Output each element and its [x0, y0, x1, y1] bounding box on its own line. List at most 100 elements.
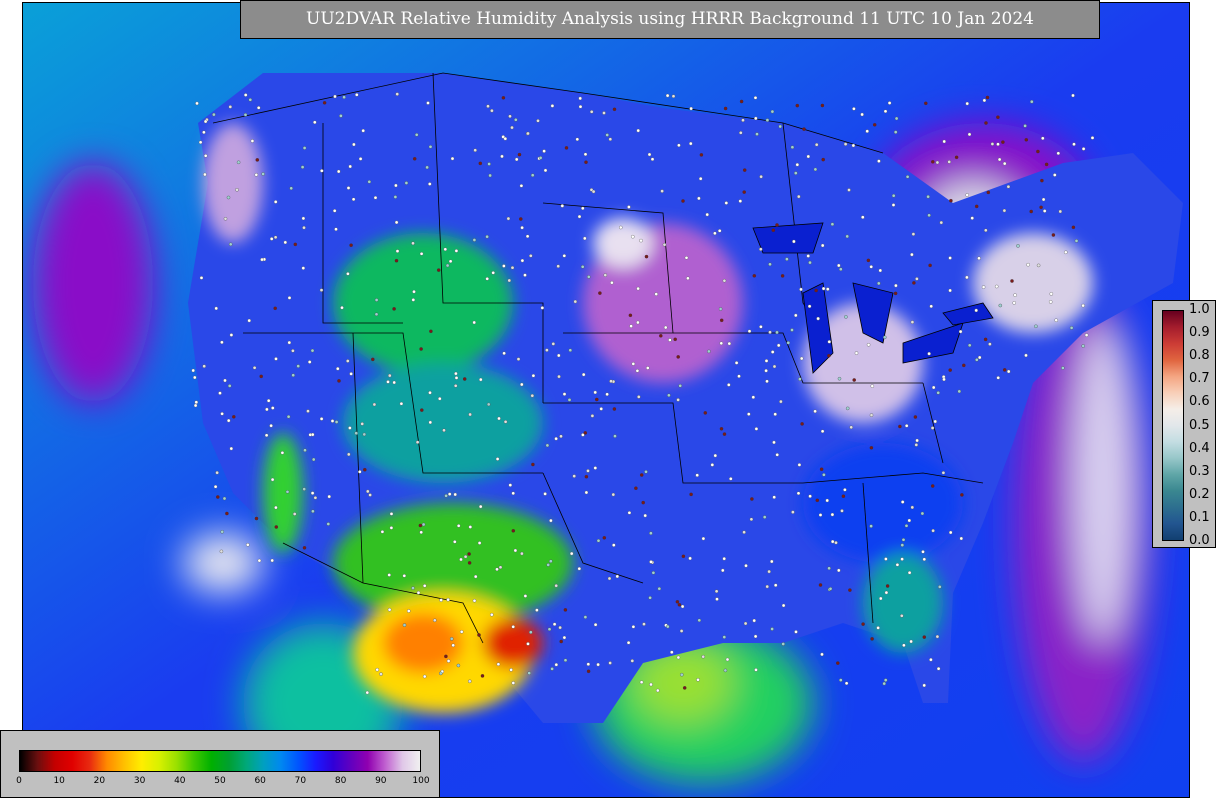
observation-station — [739, 131, 743, 135]
observation-station — [939, 220, 944, 225]
difference-colorbar-tick: 0.7 — [1189, 371, 1210, 387]
observation-station — [884, 590, 889, 595]
observation-station — [519, 217, 523, 221]
observation-station — [958, 329, 963, 334]
observation-station — [612, 107, 617, 112]
observation-station — [320, 169, 324, 173]
observation-station — [439, 671, 443, 676]
observation-station — [611, 492, 616, 497]
observation-station — [367, 180, 372, 184]
observation-station — [627, 205, 631, 209]
observation-station — [697, 618, 702, 623]
observation-station — [613, 434, 617, 438]
observation-station — [677, 143, 681, 148]
observation-station — [894, 116, 899, 121]
observation-station — [220, 412, 224, 416]
observation-station — [605, 133, 609, 137]
observation-station — [806, 254, 810, 258]
observation-station — [739, 99, 744, 104]
observation-station — [380, 530, 385, 534]
observation-station — [631, 362, 636, 366]
observation-station — [957, 389, 962, 394]
observation-station — [311, 509, 315, 514]
observation-station — [689, 141, 693, 146]
observation-station — [915, 277, 919, 281]
difference-colorbar-tick: 0.8 — [1189, 348, 1210, 364]
observation-station — [911, 232, 916, 236]
observation-station — [354, 431, 358, 435]
observation-station — [670, 650, 674, 654]
observation-station — [250, 139, 255, 143]
observation-station — [635, 369, 640, 373]
observation-station — [454, 371, 458, 376]
observation-station — [960, 493, 964, 497]
observation-station — [895, 563, 900, 567]
observation-station — [722, 278, 727, 283]
observation-station — [1002, 208, 1007, 213]
observation-station — [994, 284, 999, 289]
observation-station — [927, 213, 931, 218]
observation-station — [514, 118, 518, 122]
observation-station — [503, 136, 508, 141]
observation-station — [520, 382, 524, 387]
observation-station — [502, 264, 506, 268]
observation-station — [426, 101, 430, 105]
observation-station — [721, 568, 725, 573]
observation-station — [970, 216, 974, 220]
observation-station — [839, 678, 843, 682]
rh-colorbar-tick: 40 — [174, 776, 186, 786]
observation-station — [910, 252, 914, 257]
observation-station — [1051, 233, 1056, 237]
observation-station — [959, 536, 964, 541]
observation-station — [762, 515, 767, 519]
observation-station — [540, 306, 545, 310]
observation-station — [845, 234, 849, 239]
observation-station — [749, 517, 754, 522]
observation-station — [844, 315, 848, 319]
observation-station — [530, 393, 535, 398]
observation-station — [531, 462, 535, 467]
observation-station — [684, 256, 689, 260]
observation-station — [333, 94, 337, 99]
observation-station — [942, 139, 946, 144]
observation-station — [985, 95, 990, 100]
observation-station — [362, 432, 367, 437]
observation-station — [662, 242, 667, 247]
observation-station — [649, 560, 653, 564]
observation-station — [446, 659, 451, 663]
observation-station — [447, 492, 452, 496]
observation-station — [421, 522, 426, 527]
observation-station — [583, 431, 588, 435]
observation-station — [929, 657, 933, 662]
observation-station — [1081, 147, 1086, 151]
observation-station — [485, 277, 489, 281]
observation-station — [416, 590, 421, 595]
observation-station — [900, 614, 904, 618]
observation-station — [819, 467, 824, 471]
observation-station — [904, 524, 909, 528]
observation-station — [636, 320, 640, 325]
rh-colorbar-tick: 80 — [334, 776, 347, 786]
observation-station — [1034, 324, 1038, 329]
observation-station — [393, 195, 398, 199]
observation-station — [414, 133, 419, 137]
observation-station — [360, 422, 364, 426]
observation-station — [559, 434, 563, 439]
rockies-mixed — [343, 363, 543, 483]
observation-station — [342, 95, 346, 99]
observation-station — [688, 556, 692, 561]
observation-station — [361, 128, 365, 133]
observation-station — [488, 173, 492, 178]
observation-station — [628, 313, 633, 318]
observation-station — [834, 540, 838, 545]
observation-station — [510, 265, 515, 270]
observation-station — [717, 229, 722, 233]
observation-station — [922, 635, 927, 639]
observation-station — [587, 275, 591, 279]
observation-station — [306, 409, 310, 413]
observation-station — [663, 325, 668, 330]
observation-station — [1090, 136, 1095, 140]
observation-station — [523, 594, 528, 598]
observation-station — [529, 254, 533, 258]
observation-station — [226, 195, 231, 200]
